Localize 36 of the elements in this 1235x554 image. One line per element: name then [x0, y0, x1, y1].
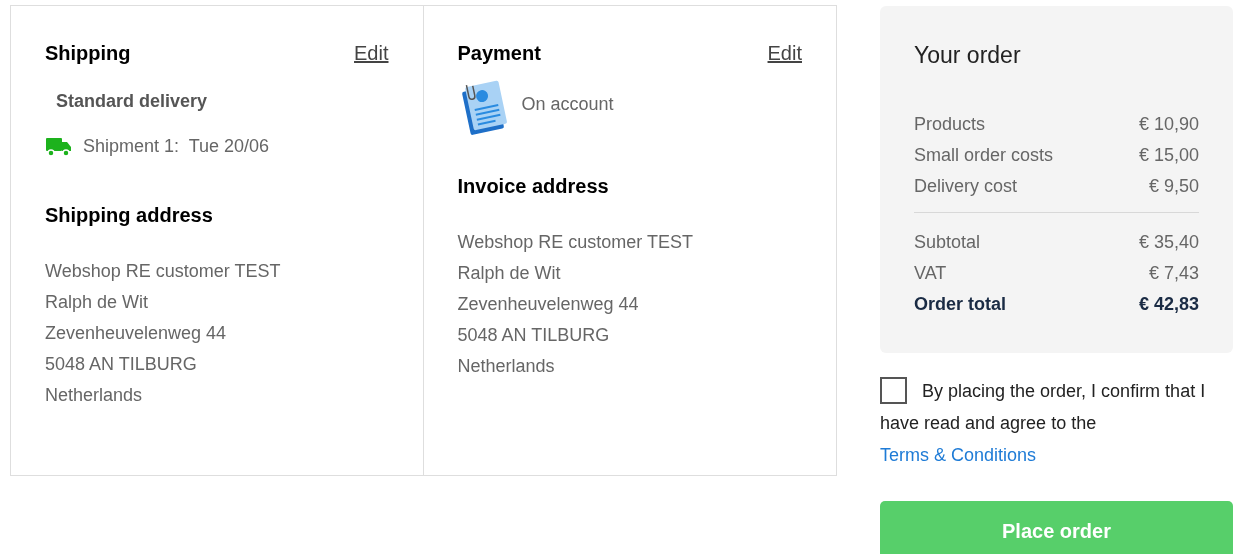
section-title: Invoice address — [457, 174, 610, 199]
shipment-date: Shipment 1: Tue 20/06 — [83, 135, 270, 158]
edit-link[interactable]: Edit — [767, 38, 802, 68]
terms-link[interactable]: Terms & Conditions — [880, 445, 1037, 465]
total-value: € 7,43 — [1148, 261, 1199, 285]
terms-checkbox[interactable] — [880, 376, 907, 404]
cost-label: Products — [914, 112, 986, 136]
cost-value: € 9,50 — [1148, 174, 1199, 198]
edit-link[interactable]: Edit — [354, 38, 389, 68]
total-value: € 35,40 — [1138, 230, 1199, 254]
address-line: Netherlands — [45, 384, 144, 407]
total-label: VAT — [914, 261, 947, 285]
order-title: Your order — [914, 41, 1022, 70]
address-line: Webshop RE customer TEST — [457, 231, 694, 254]
section-title: Shipping — [45, 41, 131, 66]
total-value: € 42,83 — [1138, 292, 1199, 316]
section-title: Shipping address — [45, 203, 214, 228]
address-line: Ralph de Wit — [45, 291, 150, 314]
truck-icon — [45, 136, 73, 157]
address-line: 5048 AN TILBURG — [45, 353, 198, 376]
cost-label: Small order costs — [914, 143, 1054, 167]
address-line: Zevenheuvelenweg 44 — [45, 322, 228, 345]
address-line: 5048 AN TILBURG — [457, 324, 611, 347]
cost-value: € 15,00 — [1138, 143, 1199, 167]
payment-method: On account — [521, 92, 614, 116]
total-label: Subtotal — [914, 230, 981, 254]
total-label: Order total — [914, 292, 1006, 316]
section-title: Payment — [457, 41, 541, 66]
address-line: Zevenheuvelenweg 44 — [457, 293, 640, 316]
address-line: Ralph de Wit — [457, 262, 562, 285]
address-line: Netherlands — [457, 355, 556, 378]
cost-label: Delivery cost — [914, 174, 1018, 198]
terms-text: By placing the order, I confirm that I have read and agree to the Terms & Conditions — [880, 375, 1233, 471]
address-line: Webshop RE customer TEST — [45, 260, 282, 283]
delivery-method: Standard delivery — [56, 90, 209, 113]
cost-value: € 10,90 — [1138, 112, 1199, 136]
